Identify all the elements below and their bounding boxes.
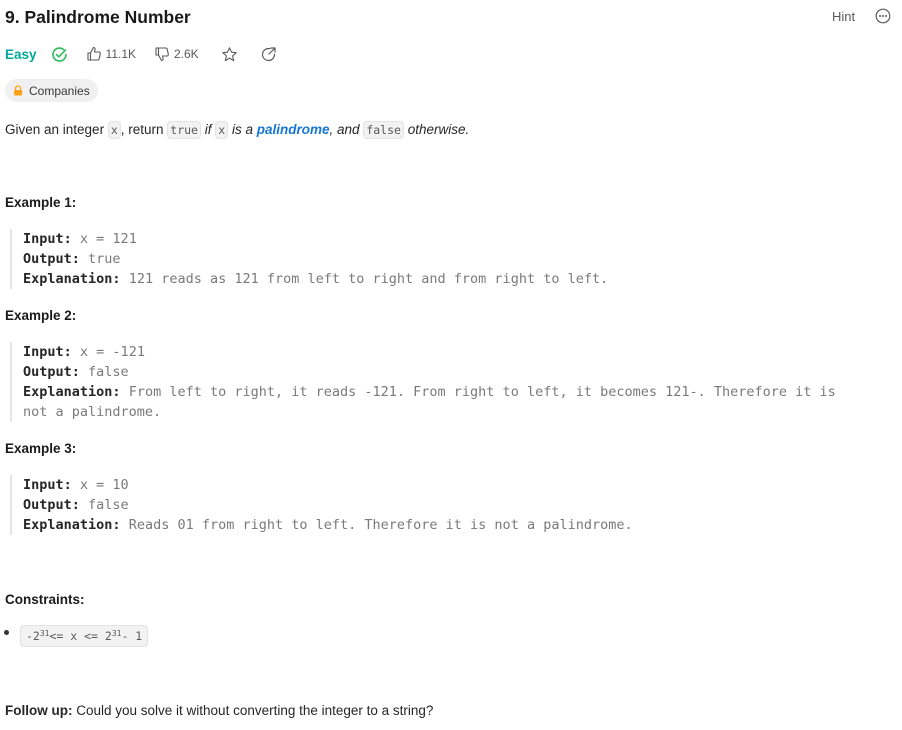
thumbs-down-icon	[155, 47, 169, 62]
companies-label: Companies	[29, 83, 90, 98]
lock-icon	[13, 85, 23, 96]
follow-up: Follow up: Could you solve it without co…	[5, 701, 433, 721]
bullet-dot	[4, 630, 9, 635]
example-3-title: Example 3:	[5, 441, 77, 456]
example-2-title: Example 2:	[5, 308, 77, 323]
dislike-button[interactable]: 2.6K	[154, 46, 199, 62]
share-icon[interactable]	[260, 46, 277, 63]
example-2-block: Input: x = -121 Output: false Explanatio…	[10, 342, 836, 422]
thumbs-up-icon	[86, 46, 101, 61]
companies-button[interactable]: Companies	[5, 79, 98, 102]
like-button[interactable]: 11.1K	[86, 46, 136, 62]
palindrome-link[interactable]: palindrome	[257, 122, 330, 137]
difficulty-badge: Easy	[5, 46, 37, 62]
constraints-title: Constraints:	[5, 592, 85, 607]
example-3-block: Input: x = 10 Output: false Explanation:…	[10, 475, 633, 535]
constraint-range: -2 31 <= x <= 2 31 - 1	[20, 625, 149, 647]
example-1-title: Example 1:	[5, 195, 77, 210]
more-options-icon[interactable]	[875, 8, 891, 24]
follow-up-text: Could you solve it without converting th…	[72, 703, 434, 718]
solved-check-icon	[51, 46, 68, 63]
problem-description: Given an integer x, return true if x is …	[5, 121, 470, 139]
problem-title: 9. Palindrome Number	[5, 7, 191, 27]
problem-meta-row: Easy 11.1K 2.6K	[5, 44, 277, 64]
example-1-block: Input: x = 121 Output: true Explanation:…	[10, 229, 608, 289]
dislike-count: 2.6K	[174, 47, 199, 61]
hint-button[interactable]: Hint	[832, 8, 855, 26]
follow-up-label: Follow up:	[5, 703, 73, 718]
star-icon[interactable]	[221, 46, 238, 63]
like-count: 11.1K	[105, 47, 136, 61]
